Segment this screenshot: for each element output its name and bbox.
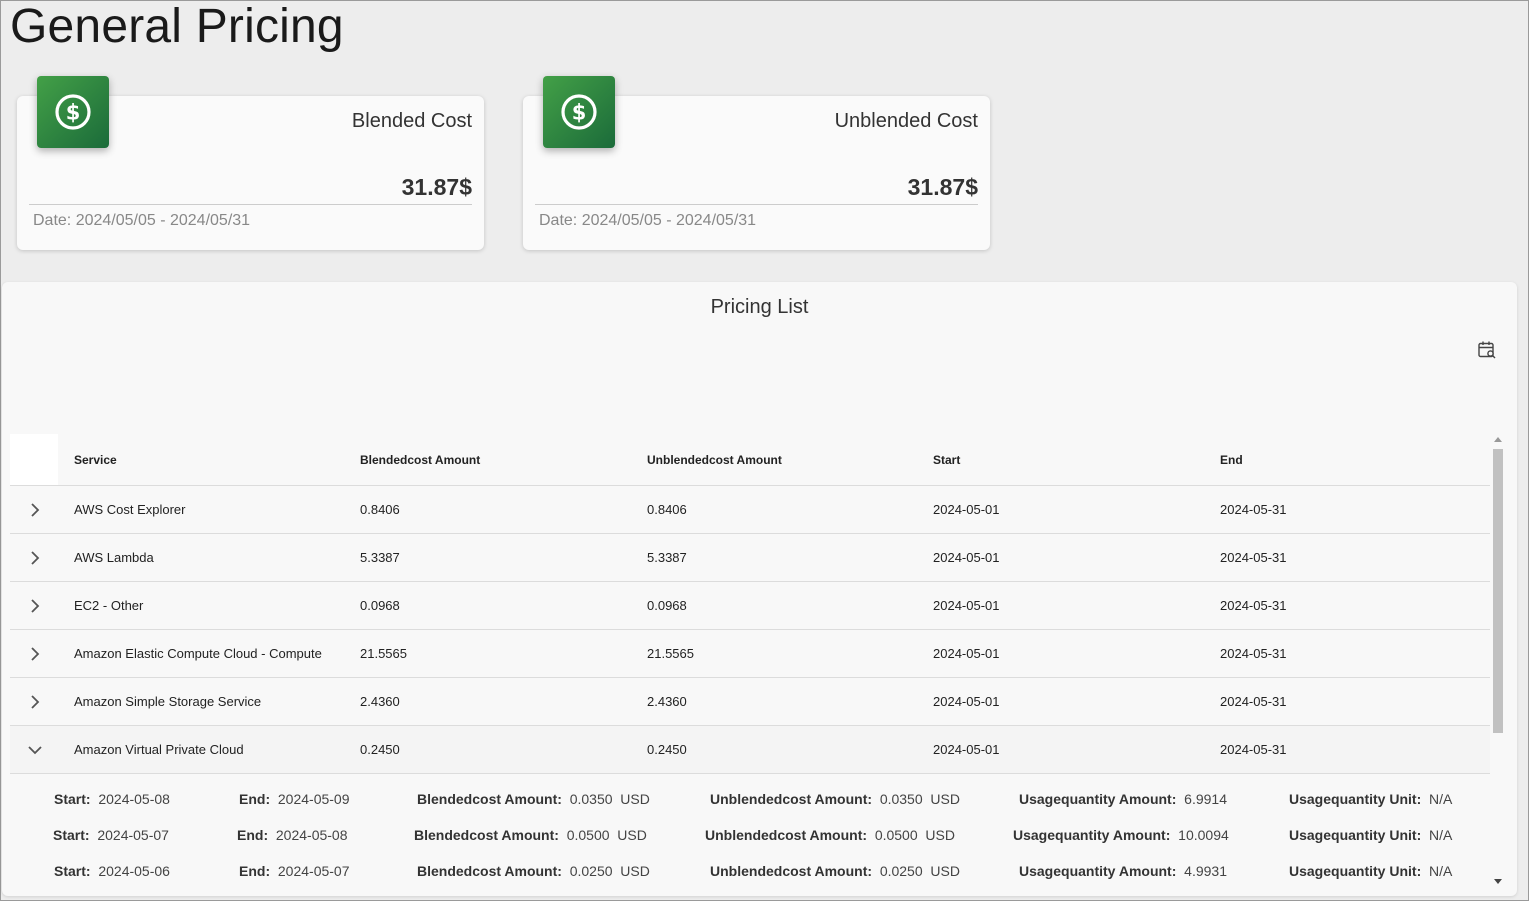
blended-cost-card: $ Blended Cost 31.87$ Date: 2024/05/05 -… [17,76,484,250]
detail-row: Start: 2024-05-07 End: 2024-05-08 Blende… [10,818,1490,854]
card-divider [535,204,978,205]
cell-start: 2024-05-01 [933,598,1000,613]
table-scrollbar[interactable] [1491,434,1505,884]
detail-start: Start: 2024-05-08 [54,791,170,807]
detail-usage-amount: Usagequantity Amount: 10.0094 [1013,827,1229,843]
detail-usage-unit: Usagequantity Unit: N/A [1289,863,1453,879]
card-date: Date: 2024/05/05 - 2024/05/31 [539,212,757,229]
cell-service: AWS Lambda [74,550,154,565]
pricing-list-title: Pricing List [710,296,809,318]
detail-unblended: Unblendedcost Amount: 0.0350 USD [710,791,960,807]
cell-unblended: 5.3387 [647,550,687,565]
chevron-right-icon[interactable] [27,550,43,566]
table-row[interactable]: EC2 - Other 0.0968 0.0968 2024-05-01 202… [10,582,1490,630]
cell-blended: 0.0968 [360,598,400,613]
detail-end: End: 2024-05-08 [237,827,348,843]
detail-unblended: Unblendedcost Amount: 0.0250 USD [710,863,960,879]
cell-end: 2024-05-31 [1220,550,1287,565]
cell-start: 2024-05-01 [933,502,1000,517]
table-row[interactable]: AWS Cost Explorer 0.8406 0.8406 2024-05-… [10,486,1490,534]
card-divider [29,204,472,205]
cell-start: 2024-05-01 [933,550,1000,565]
cell-blended: 5.3387 [360,550,400,565]
cell-end: 2024-05-31 [1220,598,1287,613]
dollar-circle-icon: $ [543,76,615,148]
detail-usage-amount: Usagequantity Amount: 4.9931 [1019,863,1227,879]
calendar-search-icon[interactable] [1476,339,1498,361]
detail-blended: Blendedcost Amount: 0.0350 USD [417,791,650,807]
cell-unblended: 0.2450 [647,742,687,757]
detail-end: End: 2024-05-09 [239,791,350,807]
column-header-service[interactable]: Service [74,453,117,467]
cell-service: Amazon Elastic Compute Cloud - Compute [74,646,322,661]
scroll-up-arrow-icon[interactable] [1494,437,1502,442]
detail-row: Start: 2024-05-06 End: 2024-05-07 Blende… [10,854,1490,890]
chevron-right-icon[interactable] [27,502,43,518]
cell-blended: 2.4360 [360,694,400,709]
cell-blended: 0.2450 [360,742,400,757]
detail-start: Start: 2024-05-06 [54,863,170,879]
cell-blended: 21.5565 [360,646,407,661]
cell-unblended: 2.4360 [647,694,687,709]
scroll-down-arrow-icon[interactable] [1494,879,1502,884]
unblended-cost-card: $ Unblended Cost 31.87$ Date: 2024/05/05… [523,76,990,250]
pricing-list-panel: Pricing List Service Blendedcost Amount … [2,282,1517,896]
table-header: Service Blendedcost Amount Unblendedcost… [10,434,1490,486]
detail-blended: Blendedcost Amount: 0.0500 USD [414,827,647,843]
cell-unblended: 0.8406 [647,502,687,517]
detail-usage-unit: Usagequantity Unit: N/A [1289,791,1453,807]
cell-service: AWS Cost Explorer [74,502,186,517]
card-label: Unblended Cost [834,110,978,132]
chevron-right-icon[interactable] [27,694,43,710]
cell-start: 2024-05-01 [933,646,1000,661]
column-header-blended[interactable]: Blendedcost Amount [360,453,480,467]
cell-start: 2024-05-01 [933,742,1000,757]
table-row[interactable]: AWS Lambda 5.3387 5.3387 2024-05-01 2024… [10,534,1490,582]
table-row[interactable]: Amazon Virtual Private Cloud 0.2450 0.24… [10,726,1490,774]
cell-blended: 0.8406 [360,502,400,517]
card-value: 31.87$ [907,174,978,200]
cell-service: EC2 - Other [74,598,144,613]
page-title: General Pricing [10,0,344,53]
card-label: Blended Cost [351,110,472,132]
detail-start: Start: 2024-05-07 [53,827,169,843]
svg-text:$: $ [572,101,587,125]
svg-text:$: $ [66,101,81,125]
cell-unblended: 21.5565 [647,646,694,661]
column-header-start[interactable]: Start [933,453,960,467]
cell-service: Amazon Simple Storage Service [74,694,262,709]
chevron-right-icon[interactable] [27,646,43,662]
chevron-right-icon[interactable] [27,598,43,614]
cell-end: 2024-05-31 [1220,742,1287,757]
detail-blended: Blendedcost Amount: 0.0250 USD [417,863,650,879]
column-header-unblended[interactable]: Unblendedcost Amount [647,453,782,467]
table-row[interactable]: Amazon Simple Storage Service 2.4360 2.4… [10,678,1490,726]
pricing-table: Service Blendedcost Amount Unblendedcost… [10,434,1490,896]
table-row[interactable]: Amazon Elastic Compute Cloud - Compute 2… [10,630,1490,678]
cell-start: 2024-05-01 [933,694,1000,709]
expand-column-header [10,434,58,485]
cell-end: 2024-05-31 [1220,502,1287,517]
cell-end: 2024-05-31 [1220,694,1287,709]
scroll-thumb[interactable] [1493,449,1503,733]
detail-row: Start: 2024-05-08 End: 2024-05-09 Blende… [10,782,1490,818]
detail-unblended: Unblendedcost Amount: 0.0500 USD [705,827,955,843]
cell-unblended: 0.0968 [647,598,687,613]
cell-service: Amazon Virtual Private Cloud [74,742,244,757]
column-header-end[interactable]: End [1220,453,1243,467]
card-date: Date: 2024/05/05 - 2024/05/31 [33,212,251,229]
detail-usage-amount: Usagequantity Amount: 6.9914 [1019,791,1227,807]
cell-end: 2024-05-31 [1220,646,1287,661]
card-value: 31.87$ [401,174,472,200]
chevron-down-icon[interactable] [27,742,43,758]
dollar-circle-icon: $ [37,76,109,148]
detail-end: End: 2024-05-07 [239,863,350,879]
detail-usage-unit: Usagequantity Unit: N/A [1289,827,1453,843]
